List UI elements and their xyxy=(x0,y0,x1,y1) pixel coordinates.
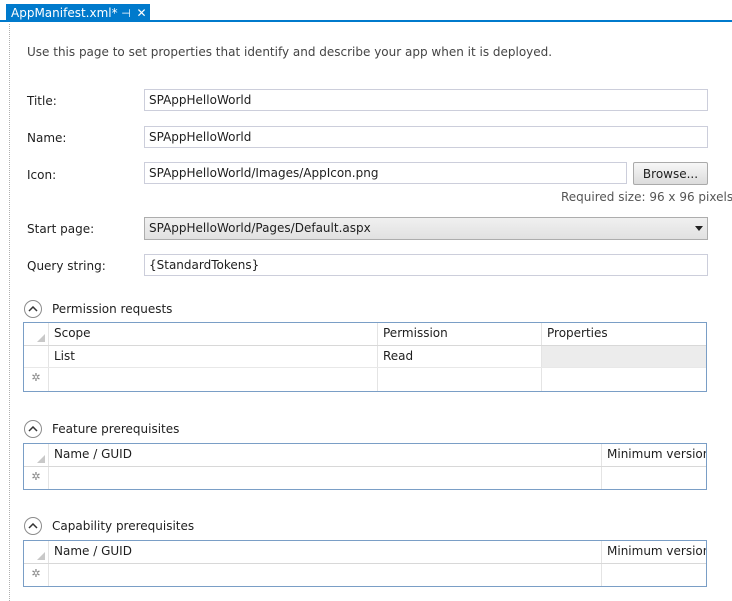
document-tab-strip: AppManifest.xml* ⊣ ✕ xyxy=(0,0,732,22)
capabilities-grid: Name / GUID Minimum version ✲ xyxy=(23,540,707,587)
row-header[interactable]: ✲ xyxy=(24,564,49,586)
start-page-select[interactable]: SPAppHelloWorld/Pages/Default.aspx xyxy=(144,217,708,240)
new-name-cell[interactable] xyxy=(49,564,602,586)
column-header-permission[interactable]: Permission xyxy=(378,323,542,345)
table-row[interactable]: List Read xyxy=(24,346,706,368)
row-header[interactable]: ✲ xyxy=(24,368,49,391)
grid-header-row: Scope Permission Properties xyxy=(24,323,706,346)
select-all-corner[interactable] xyxy=(24,541,49,563)
start-page-label: Start page: xyxy=(27,222,95,236)
icon-size-hint: Required size: 96 x 96 pixels xyxy=(561,190,732,204)
close-icon[interactable]: ✕ xyxy=(135,4,148,22)
column-header-name-guid[interactable]: Name / GUID xyxy=(49,541,602,563)
capabilities-section-title: Capability prerequisites xyxy=(52,519,195,533)
title-label: Title: xyxy=(27,94,57,108)
column-header-minimum-version[interactable]: Minimum version xyxy=(602,541,706,563)
query-string-label: Query string: xyxy=(27,259,106,273)
scope-cell[interactable]: List xyxy=(49,346,378,367)
select-all-corner[interactable] xyxy=(24,323,49,345)
new-row[interactable]: ✲ xyxy=(24,368,706,391)
new-row-icon: ✲ xyxy=(31,567,41,580)
query-string-field[interactable]: {StandardTokens} xyxy=(144,254,708,276)
collapse-capabilities-button[interactable] xyxy=(24,517,42,535)
new-properties-cell[interactable] xyxy=(542,368,706,391)
new-row[interactable]: ✲ xyxy=(24,467,706,489)
name-field[interactable]: SPAppHelloWorld xyxy=(144,126,708,148)
new-row[interactable]: ✲ xyxy=(24,564,706,586)
row-header[interactable] xyxy=(24,346,49,367)
new-version-cell[interactable] xyxy=(602,564,706,586)
new-scope-cell[interactable] xyxy=(49,368,378,391)
grid-header-row: Name / GUID Minimum version xyxy=(24,541,706,564)
icon-field[interactable]: SPAppHelloWorld/Images/AppIcon.png xyxy=(144,162,627,184)
new-row-icon: ✲ xyxy=(31,371,41,384)
permission-cell[interactable]: Read xyxy=(378,346,542,367)
column-header-minimum-version[interactable]: Minimum version xyxy=(602,444,706,466)
grid-header-row: Name / GUID Minimum version xyxy=(24,444,706,467)
chevron-up-icon xyxy=(28,523,38,529)
collapse-features-button[interactable] xyxy=(24,420,42,438)
icon-label: Icon: xyxy=(27,168,57,182)
permissions-grid: Scope Permission Properties List Read ✲ xyxy=(23,322,707,392)
chevron-up-icon xyxy=(28,306,38,312)
properties-cell[interactable] xyxy=(542,346,706,367)
collapse-permissions-button[interactable] xyxy=(24,300,42,318)
features-grid: Name / GUID Minimum version ✲ xyxy=(23,443,707,490)
permissions-section-title: Permission requests xyxy=(52,302,173,316)
start-page-value: SPAppHelloWorld/Pages/Default.aspx xyxy=(149,221,371,235)
title-field[interactable]: SPAppHelloWorld xyxy=(144,89,708,111)
new-permission-cell[interactable] xyxy=(378,368,542,391)
chevron-up-icon xyxy=(28,426,38,432)
features-section-title: Feature prerequisites xyxy=(52,422,180,436)
new-row-icon: ✲ xyxy=(31,470,41,483)
column-header-name-guid[interactable]: Name / GUID xyxy=(49,444,602,466)
new-name-cell[interactable] xyxy=(49,467,602,489)
intro-text: Use this page to set properties that ide… xyxy=(27,45,553,59)
select-all-corner[interactable] xyxy=(24,444,49,466)
chevron-down-icon[interactable] xyxy=(695,226,703,231)
tab-appmanifest[interactable]: AppManifest.xml* ⊣ ✕ xyxy=(6,4,150,22)
column-header-properties[interactable]: Properties xyxy=(542,323,706,345)
row-header[interactable]: ✲ xyxy=(24,467,49,489)
browse-button[interactable]: Browse... xyxy=(633,162,708,185)
name-label: Name: xyxy=(27,131,67,145)
tab-title: AppManifest.xml* xyxy=(11,6,118,20)
column-header-scope[interactable]: Scope xyxy=(49,323,378,345)
new-version-cell[interactable] xyxy=(602,467,706,489)
pin-icon[interactable]: ⊣ xyxy=(120,4,132,22)
